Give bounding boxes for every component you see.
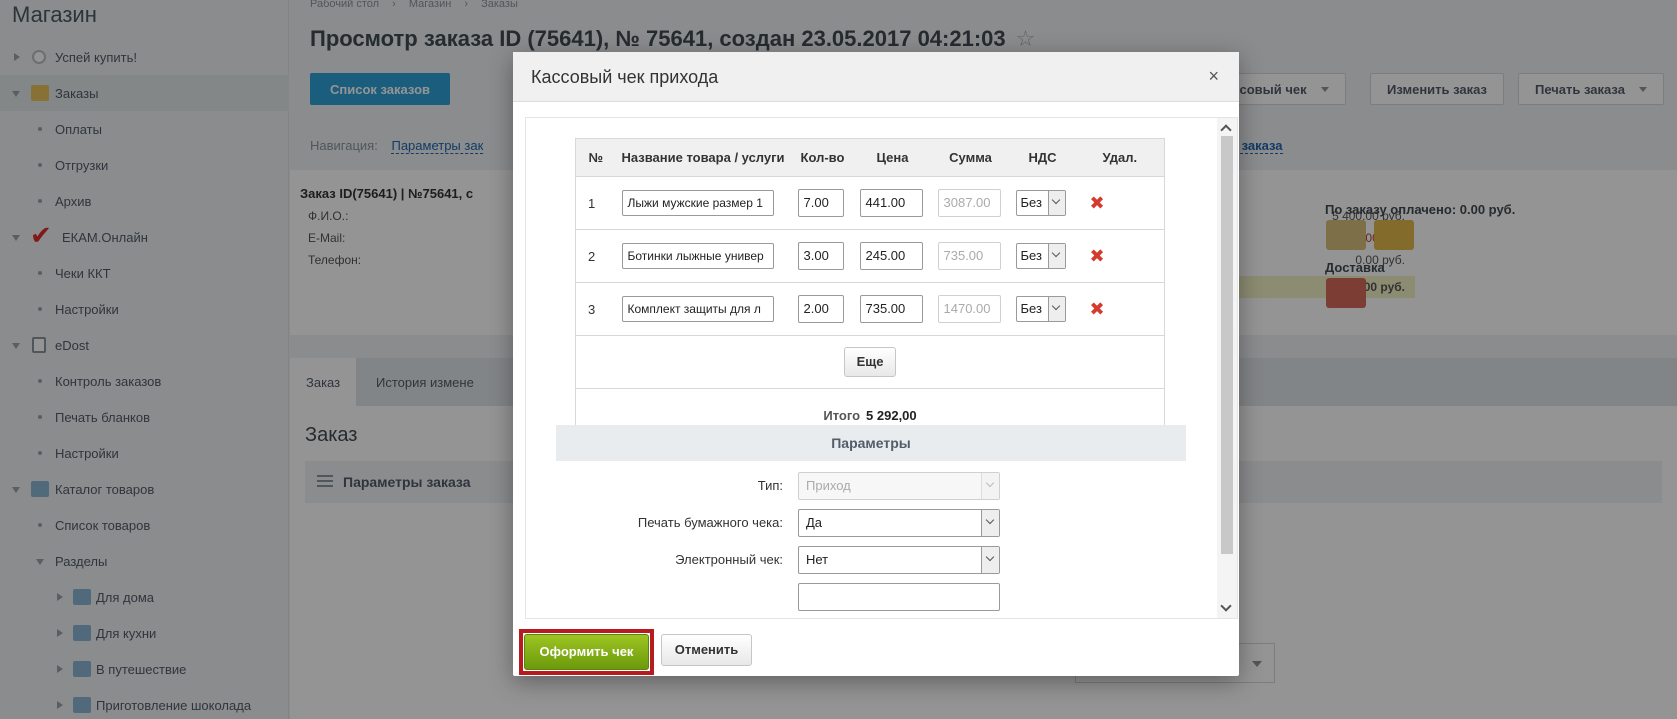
qty-cell: 2.00	[791, 282, 854, 336]
price-input[interactable]: 441.00	[859, 189, 923, 217]
close-icon[interactable]: ×	[1208, 66, 1219, 86]
paper-receipt-value: Да	[806, 515, 823, 530]
delete-icon[interactable]: ✖	[1090, 300, 1105, 318]
sum-field: 735.00	[937, 242, 1001, 270]
qty-cell: 3.00	[791, 229, 854, 283]
dialog-title: Кассовый чек прихода	[531, 67, 719, 87]
quantity-input[interactable]: 3.00	[797, 242, 844, 270]
row-number: 3	[575, 282, 616, 336]
vat-select[interactable]: Без	[1015, 296, 1066, 322]
table-row: 3 Комплект защиты для л 2.00 735.00 1470…	[575, 282, 1165, 336]
vat-cell: Без	[1009, 282, 1076, 336]
type-label: Тип:	[757, 478, 783, 493]
delete-cell: ✖	[1075, 229, 1165, 283]
electronic-receipt-label: Электронный чек:	[675, 552, 783, 567]
more-cell: Еще	[575, 335, 1165, 389]
sum-field: 3087.00	[937, 189, 1001, 217]
scroll-up-icon[interactable]	[1220, 124, 1232, 136]
sum-cell: 3087.00	[931, 176, 1010, 230]
dialog-scroll-area: № Название товара / услуги Кол-во Цена С…	[526, 118, 1216, 618]
chevron-down-icon[interactable]	[981, 547, 999, 573]
price-cell: 441.00	[853, 176, 932, 230]
quantity-input[interactable]: 7.00	[797, 189, 844, 217]
price-cell: 245.00	[853, 229, 932, 283]
more-row: Еще	[575, 335, 1165, 389]
vat-cell: Без	[1009, 229, 1076, 283]
total-label: Итого	[823, 407, 861, 423]
dialog-body: № Название товара / услуги Кол-во Цена С…	[525, 117, 1238, 619]
price-cell: 735.00	[853, 282, 932, 336]
dialog-footer: Оформить чек Отменить	[513, 619, 1239, 676]
delete-icon[interactable]: ✖	[1090, 194, 1105, 212]
column-header: Название товара / услуги	[615, 138, 792, 177]
receipt-items-table: № Название товара / услуги Кол-во Цена С…	[575, 138, 1165, 442]
qty-cell: 7.00	[791, 176, 854, 230]
product-name-input[interactable]: Ботинки лыжные универ	[621, 243, 774, 269]
partial-select-row	[526, 583, 1216, 611]
scroll-down-icon[interactable]	[1220, 600, 1232, 612]
type-select: Приход	[798, 472, 1000, 500]
delete-icon[interactable]: ✖	[1090, 247, 1105, 265]
chevron-down-icon[interactable]	[1047, 244, 1065, 268]
cancel-button[interactable]: Отменить	[661, 634, 752, 666]
vat-value: Без	[1020, 248, 1042, 263]
delete-cell: ✖	[1075, 176, 1165, 230]
paper-receipt-label: Печать бумажного чека:	[637, 515, 783, 530]
electronic-receipt-row: Электронный чек: Нет	[526, 546, 1216, 574]
column-header: Цена	[853, 138, 932, 177]
vat-value: Без	[1020, 301, 1042, 316]
total-value: 5 292,00	[866, 407, 917, 423]
type-row: Тип: Приход	[526, 472, 1216, 500]
vat-value: Без	[1020, 195, 1042, 210]
price-input[interactable]: 735.00	[859, 295, 923, 323]
product-name-input[interactable]: Комплект защиты для л	[621, 296, 774, 322]
type-value: Приход	[806, 478, 851, 493]
submit-receipt-button[interactable]: Оформить чек	[524, 634, 649, 670]
row-number: 1	[575, 176, 616, 230]
chevron-down-icon[interactable]	[1047, 297, 1065, 321]
table-row: 1 Лыжи мужские размер 1 7.00 441.00 3087…	[575, 176, 1165, 230]
vat-select[interactable]: Без	[1015, 190, 1066, 216]
paper-receipt-row: Печать бумажного чека: Да	[526, 509, 1216, 537]
column-header: №	[575, 138, 616, 177]
table-row: 2 Ботинки лыжные универ 3.00 245.00 735.…	[575, 229, 1165, 283]
scrollbar-thumb[interactable]	[1221, 136, 1233, 554]
electronic-receipt-select[interactable]: Нет	[798, 546, 1000, 574]
name-cell: Ботинки лыжные универ	[615, 229, 792, 283]
price-input[interactable]: 245.00	[859, 242, 923, 270]
row-number: 2	[575, 229, 616, 283]
vat-cell: Без	[1009, 176, 1076, 230]
name-cell: Комплект защиты для л	[615, 282, 792, 336]
next-select[interactable]	[798, 583, 1000, 611]
electronic-receipt-value: Нет	[806, 552, 829, 567]
table-header-row: № Название товара / услуги Кол-во Цена С…	[575, 138, 1165, 177]
column-header: Сумма	[931, 138, 1010, 177]
column-header: НДС	[1009, 138, 1076, 177]
dialog-scrollbar[interactable]	[1217, 118, 1237, 618]
chevron-down-icon[interactable]	[981, 510, 999, 536]
receipt-dialog: Кассовый чек прихода × № Название товара…	[513, 52, 1239, 676]
paper-receipt-select[interactable]: Да	[798, 509, 1000, 537]
params-header: Параметры	[556, 425, 1186, 461]
column-header: Удал.	[1075, 138, 1165, 177]
sum-cell: 735.00	[931, 229, 1010, 283]
add-more-button[interactable]: Еще	[843, 347, 897, 377]
quantity-input[interactable]: 2.00	[797, 295, 844, 323]
chevron-down-icon[interactable]	[1047, 191, 1065, 215]
vat-select[interactable]: Без	[1015, 243, 1066, 269]
sum-field: 1470.00	[937, 295, 1001, 323]
delete-cell: ✖	[1075, 282, 1165, 336]
column-header: Кол-во	[791, 138, 854, 177]
dialog-header: Кассовый чек прихода ×	[513, 52, 1239, 102]
sum-cell: 1470.00	[931, 282, 1010, 336]
product-name-input[interactable]: Лыжи мужские размер 1	[621, 190, 774, 216]
name-cell: Лыжи мужские размер 1	[615, 176, 792, 230]
chevron-down-icon	[981, 473, 999, 499]
